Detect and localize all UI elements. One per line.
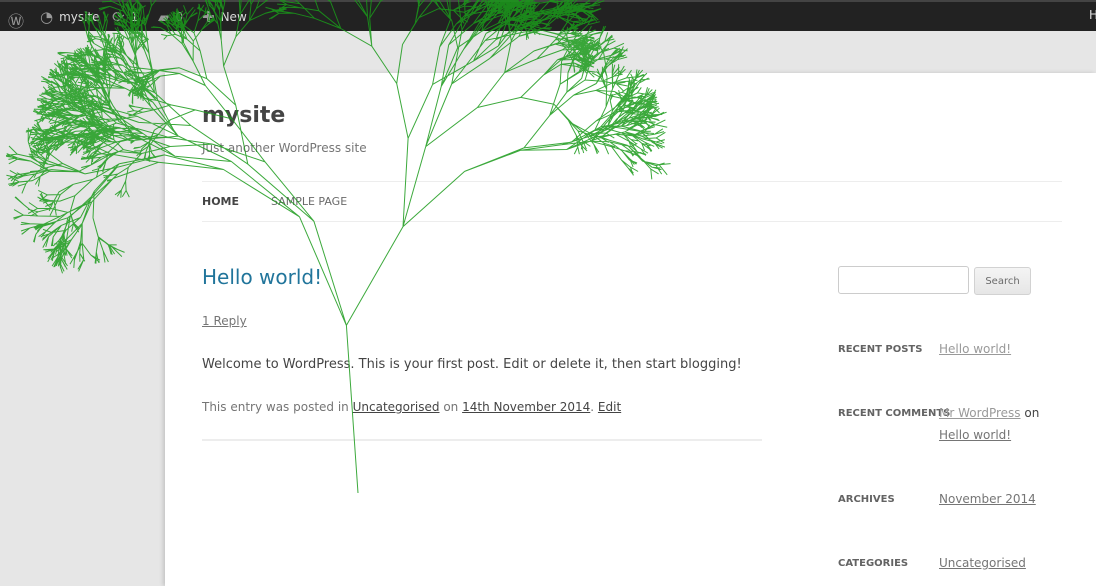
comment-author-link[interactable]: Mr WordPress <box>939 406 1021 420</box>
plus-icon: ✚ <box>202 8 215 26</box>
post-title[interactable]: Hello world! <box>202 265 322 289</box>
comment-on-text: on <box>1020 406 1040 420</box>
archive-link[interactable]: November 2014 <box>939 492 1036 506</box>
howdy-label: H <box>1089 8 1096 22</box>
site-menu-button[interactable]: ◔ mysite <box>40 8 100 26</box>
comment-post-link[interactable]: Hello world! <box>939 428 1011 442</box>
category-widget-link[interactable]: Uncategorised <box>939 556 1026 570</box>
updates-icon: ⟳ <box>112 8 125 26</box>
edit-link[interactable]: Edit <box>598 400 621 414</box>
comment-icon: ▰ <box>158 8 170 26</box>
search-button[interactable]: Search <box>974 267 1031 295</box>
widget-title-categories: Categories <box>838 558 909 569</box>
new-label: New <box>220 10 247 24</box>
widget-title-recent-comments: Recent Comments <box>838 408 951 419</box>
page: mysite Just another WordPress site Home … <box>165 73 1096 586</box>
nav-home[interactable]: Home <box>202 195 239 208</box>
post-content: Welcome to WordPress. This is your first… <box>202 357 742 372</box>
updates-count: 1 <box>130 10 139 24</box>
site-name: mysite <box>59 10 100 24</box>
new-content-button[interactable]: ✚ New <box>202 8 247 26</box>
reply-link[interactable]: 1 Reply <box>202 314 247 328</box>
search-input[interactable] <box>838 266 969 294</box>
updates-button[interactable]: ⟳ 1 <box>112 8 138 26</box>
widget-title-archives: Archives <box>838 494 895 505</box>
nav-divider <box>202 181 1062 182</box>
wordpress-logo-icon: Ⓦ <box>8 12 25 31</box>
nav-sample-page[interactable]: Sample Page <box>271 195 347 208</box>
meta-text: on <box>439 400 463 414</box>
comments-button[interactable]: ▰ 0 <box>158 8 183 26</box>
admin-bar: Ⓦ ◔ mysite ⟳ 1 ▰ 0 ✚ New H <box>0 0 1096 31</box>
widget-title-recent-posts: Recent Posts <box>838 344 923 355</box>
dashboard-icon: ◔ <box>40 8 54 26</box>
post-divider <box>202 439 762 441</box>
wordpress-logo-button[interactable]: Ⓦ <box>8 8 24 32</box>
comments-count: 0 <box>175 10 184 24</box>
site-title[interactable]: mysite <box>202 103 285 128</box>
recent-comment: Mr WordPress on <box>939 406 1039 420</box>
site-tagline: Just another WordPress site <box>202 141 367 155</box>
category-link[interactable]: Uncategorised <box>353 400 440 414</box>
account-menu[interactable]: H <box>1089 8 1096 22</box>
recent-post-link[interactable]: Hello world! <box>939 342 1011 356</box>
meta-text: This entry was posted in <box>202 400 353 414</box>
date-link[interactable]: 14th November 2014 <box>462 400 590 414</box>
meta-text: . <box>590 400 598 414</box>
entry-meta: This entry was posted in Uncategorised o… <box>202 400 621 414</box>
nav-divider <box>202 221 1062 222</box>
